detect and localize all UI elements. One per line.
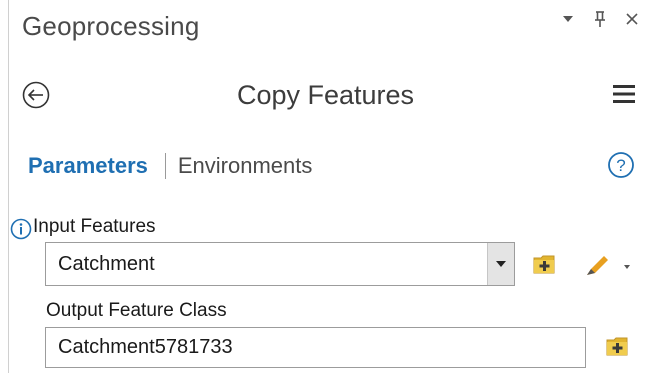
pane-title: Geoprocessing <box>22 11 200 41</box>
help-button[interactable]: ? <box>607 151 635 179</box>
geoprocessing-pane: Geoprocessing Copy Features Parameters E… <box>0 0 651 373</box>
pin-pane-button[interactable] <box>591 10 609 28</box>
tab-parameters[interactable]: Parameters <box>28 153 148 179</box>
hamburger-menu-icon <box>613 85 635 103</box>
help-icon: ? <box>608 152 634 178</box>
dropdown-arrow-icon <box>563 16 573 22</box>
tool-menu-button[interactable] <box>611 82 637 106</box>
input-features-label: Input Features <box>33 216 156 237</box>
browse-input-features-button[interactable] <box>530 249 560 279</box>
pin-icon <box>595 11 605 27</box>
add-folder-icon <box>533 255 555 274</box>
pane-border <box>8 0 9 373</box>
tool-tabs: Parameters Environments <box>28 153 312 179</box>
input-features-value: Catchment <box>58 253 155 275</box>
close-pane-button[interactable] <box>623 10 641 28</box>
tool-title: Copy Features <box>236 80 415 110</box>
tab-environments[interactable]: Environments <box>178 153 313 179</box>
output-feature-class-label: Output Feature Class <box>46 300 227 321</box>
input-features-dropdown-arrow[interactable] <box>487 243 514 285</box>
chevron-down-icon <box>496 261 506 267</box>
input-features-dropdown[interactable]: Catchment <box>45 242 515 286</box>
pane-options-dropdown[interactable] <box>559 10 577 28</box>
pane-controls <box>559 10 641 28</box>
add-folder-icon <box>606 337 628 356</box>
pencil-icon <box>587 256 630 275</box>
tab-divider <box>164 153 166 179</box>
info-circle-glyph <box>10 218 32 240</box>
browse-output-button[interactable] <box>603 331 633 361</box>
edit-features-button[interactable] <box>582 251 632 281</box>
close-icon <box>626 13 638 25</box>
output-feature-class-input[interactable] <box>45 327 586 368</box>
info-icon[interactable] <box>10 218 32 240</box>
svg-text:?: ? <box>616 156 625 175</box>
